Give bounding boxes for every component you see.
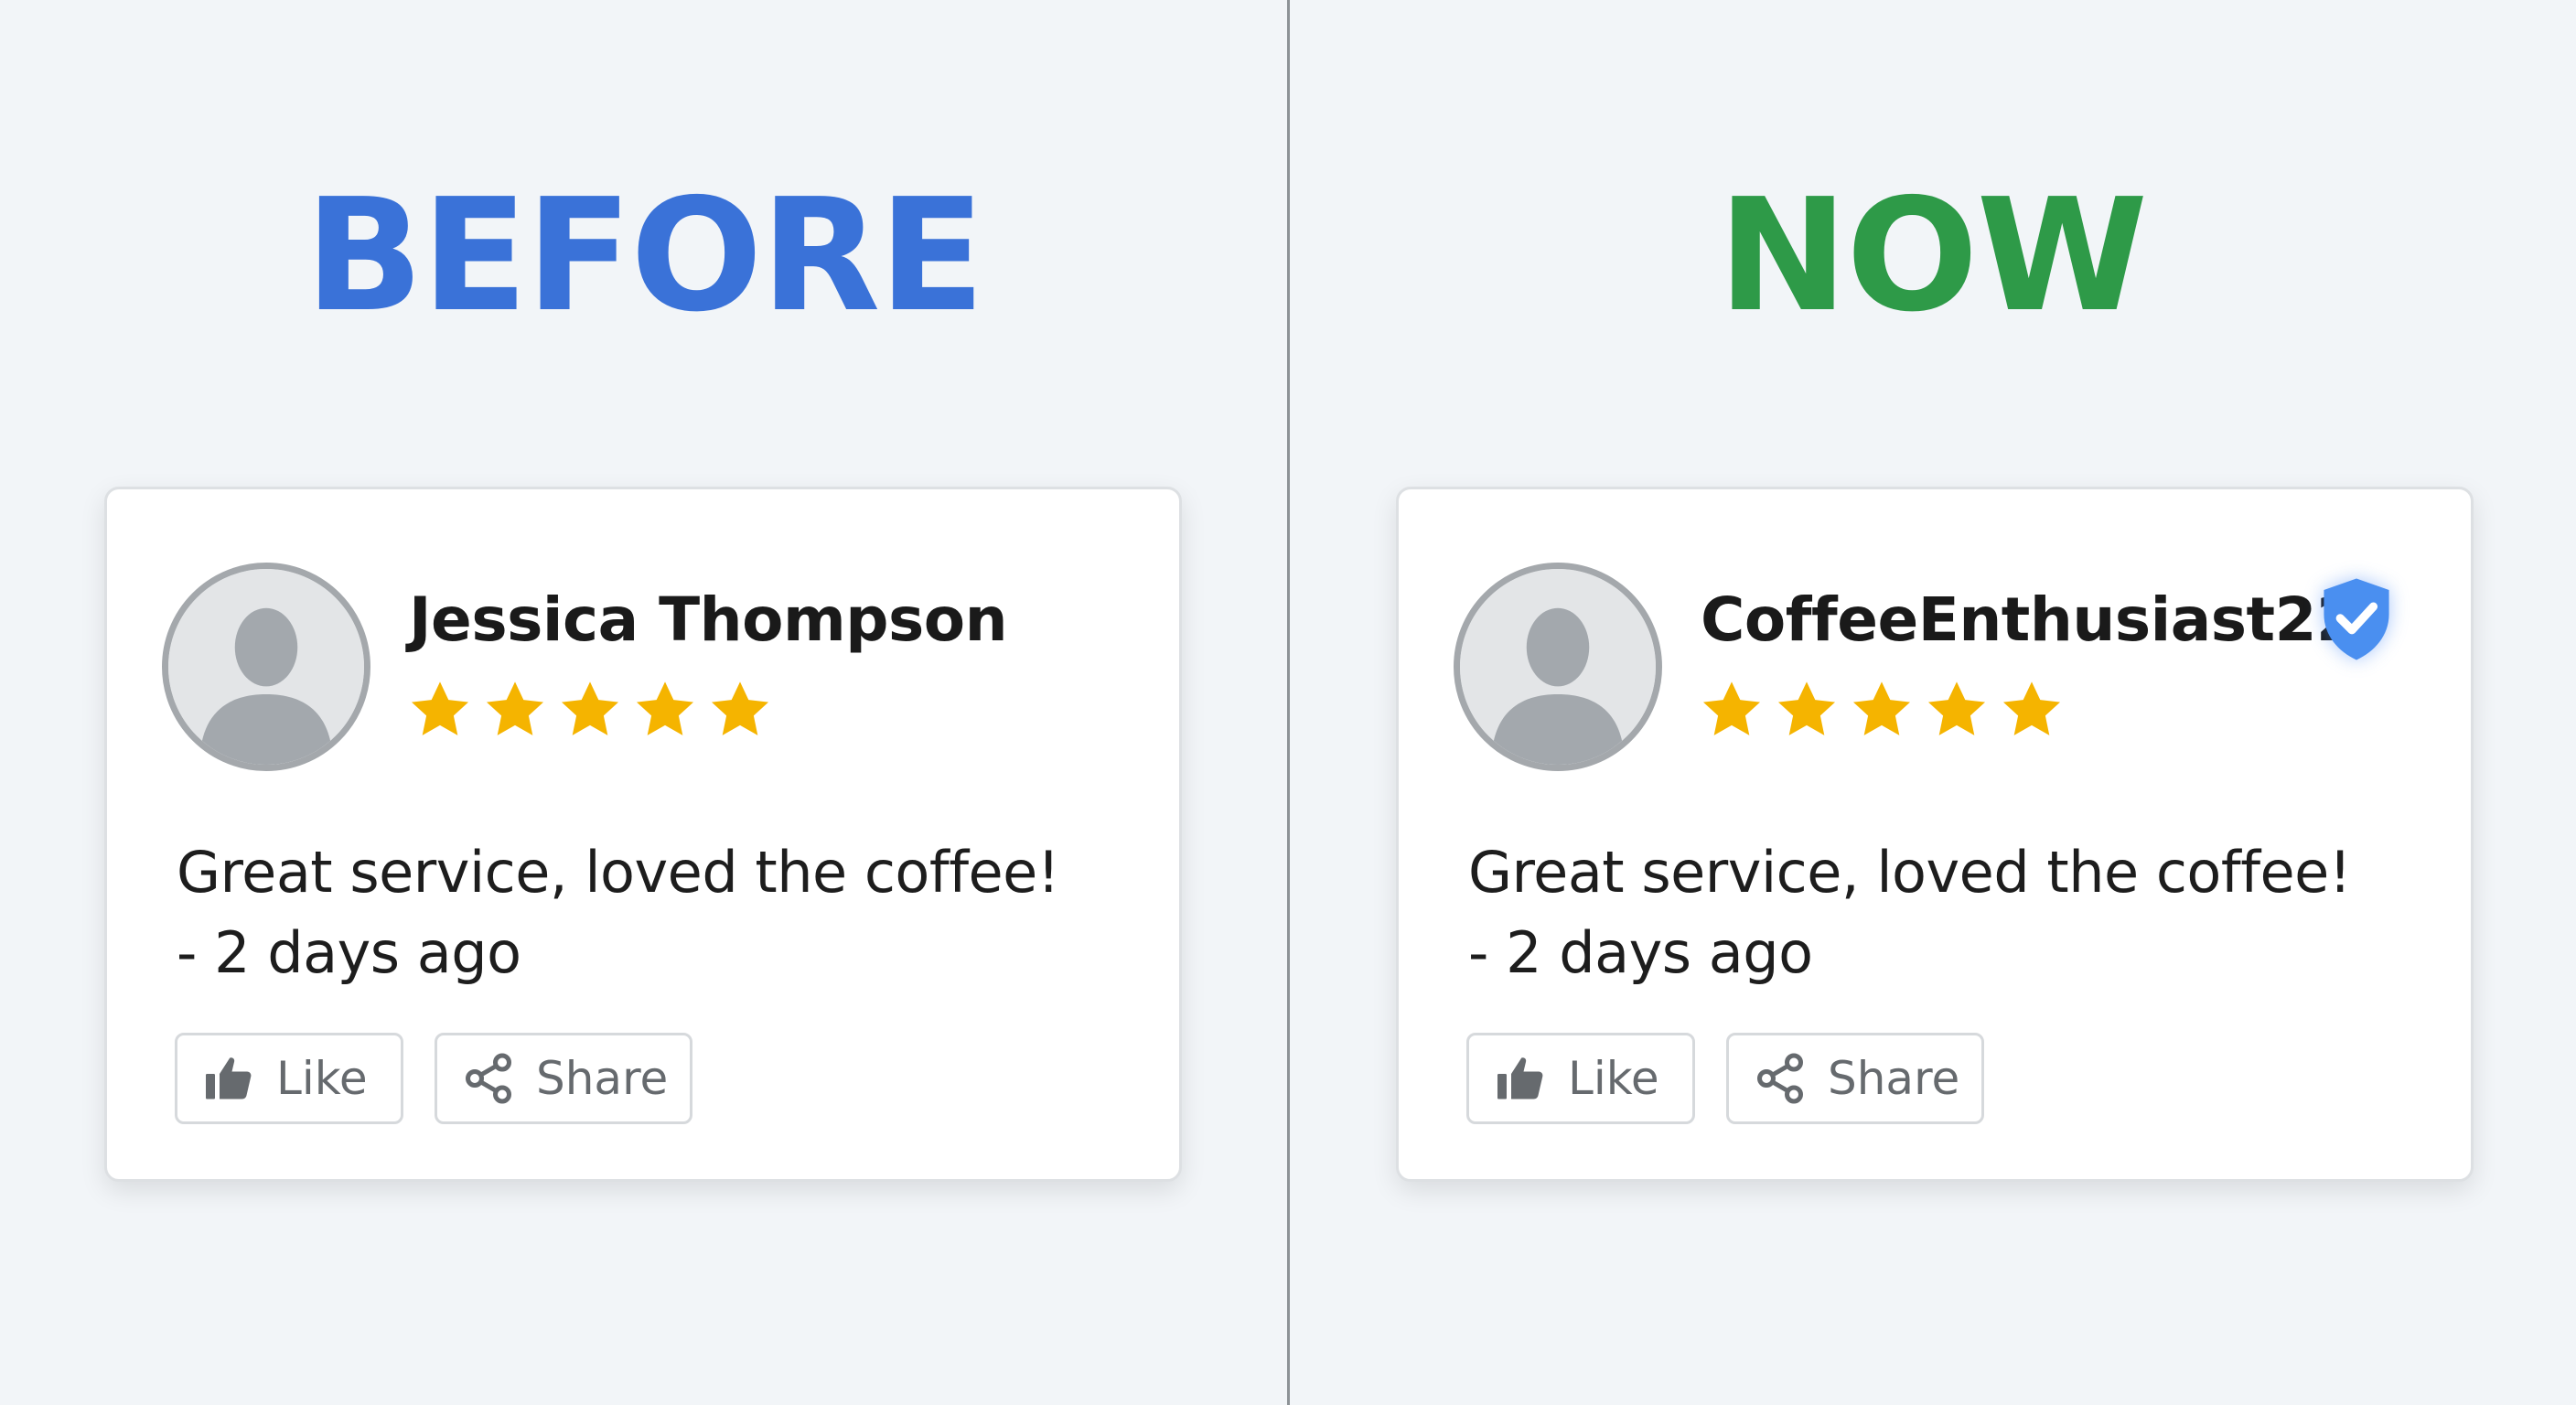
share-icon: [466, 1053, 511, 1104]
share-button[interactable]: Share: [435, 1033, 692, 1124]
username: Jessica Thompson: [409, 585, 1008, 655]
star-icon: [1927, 681, 1986, 735]
avatar: [162, 563, 370, 771]
thumbs-up-icon: [1497, 1057, 1543, 1099]
review-body: Great service, loved the coffee! - 2 day…: [177, 832, 1060, 993]
person-silhouette-icon: [168, 569, 364, 765]
star-rating: [405, 676, 775, 745]
now-heading: NOW: [1717, 166, 2148, 347]
review-time: - 2 days ago: [177, 919, 521, 986]
username: CoffeeEnthusiast22: [1701, 585, 2358, 655]
like-button[interactable]: Like: [175, 1033, 403, 1124]
star-icon: [636, 681, 694, 735]
avatar: [1454, 563, 1662, 771]
star-icon: [561, 681, 619, 735]
star-icon: [411, 681, 469, 735]
star-icon: [1702, 681, 1761, 735]
like-button[interactable]: Like: [1466, 1033, 1695, 1124]
star-icon: [2002, 681, 2061, 735]
share-label: Share: [536, 1052, 669, 1105]
like-label: Like: [1568, 1052, 1659, 1105]
review-body: Great service, loved the coffee! - 2 day…: [1468, 832, 2352, 993]
review-card: Jessica Thompson Great service, loved th…: [104, 487, 1182, 1182]
person-silhouette-icon: [1460, 569, 1656, 765]
star-icon: [711, 681, 769, 735]
like-label: Like: [276, 1052, 368, 1105]
review-text: Great service, loved the coffee!: [177, 839, 1060, 906]
review-text: Great service, loved the coffee!: [1468, 839, 2352, 906]
before-panel: BEFORE Jessica Thompson Great service, l…: [0, 0, 1288, 1405]
star-icon: [486, 681, 544, 735]
now-panel: NOW CoffeeEnthusiast22 Great service, lo…: [1288, 0, 2576, 1405]
thumbs-up-icon: [206, 1057, 252, 1099]
share-label: Share: [1828, 1052, 1960, 1105]
review-card: CoffeeEnthusiast22 Great service, loved …: [1396, 487, 2474, 1182]
review-time: - 2 days ago: [1468, 919, 1813, 986]
share-button[interactable]: Share: [1726, 1033, 1984, 1124]
star-icon: [1777, 681, 1836, 735]
share-icon: [1757, 1053, 1803, 1104]
verified-shield-icon: [2324, 578, 2389, 660]
verified-badge: [2317, 575, 2396, 663]
star-icon: [1852, 681, 1911, 735]
star-rating: [1697, 676, 2066, 745]
before-heading: BEFORE: [305, 166, 984, 347]
